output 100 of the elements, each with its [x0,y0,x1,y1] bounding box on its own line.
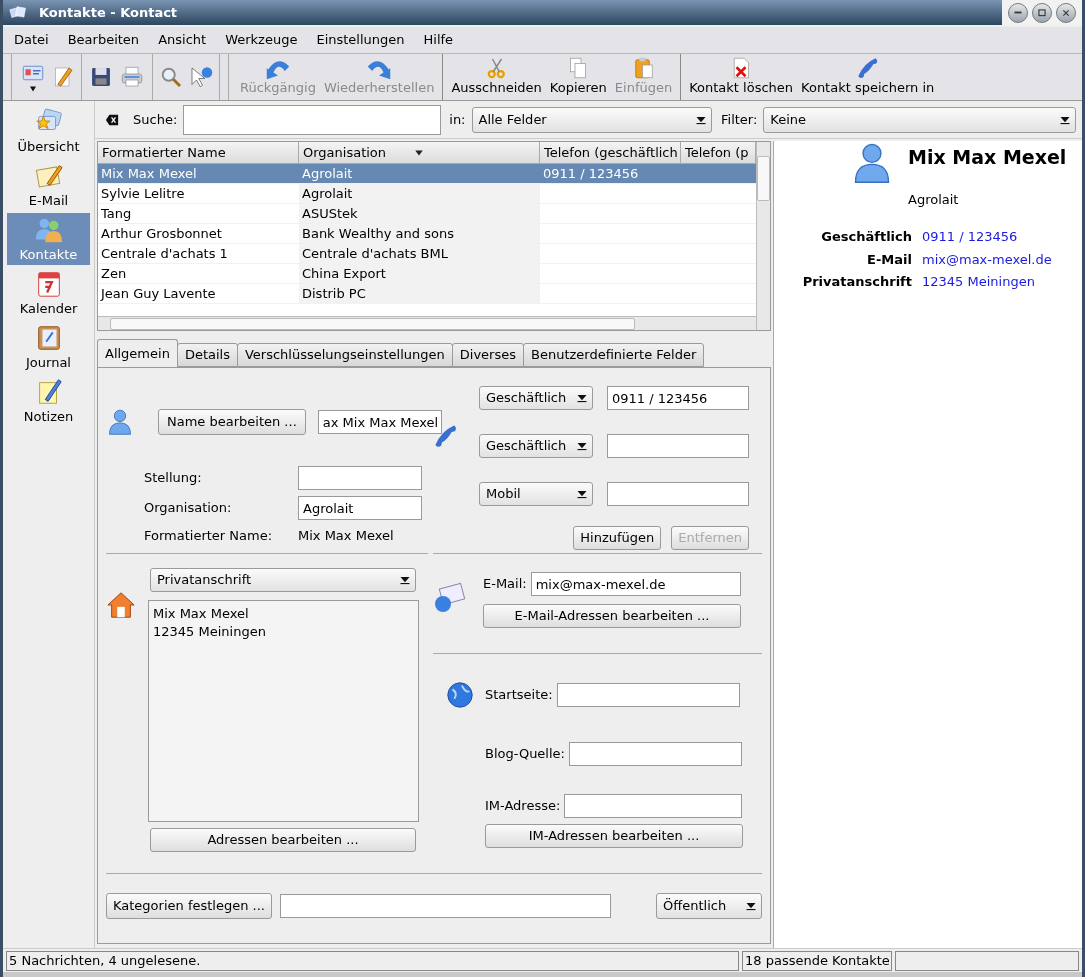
print-button[interactable] [120,65,144,89]
detail-link[interactable]: 0911 / 123456 [922,227,1082,247]
table-row[interactable]: Mix Max Mexel Agrolait 0911 / 123456 [98,164,756,184]
edit-addresses-button[interactable]: Adressen bearbeiten ... [150,828,416,852]
field-label: IM-Adresse: [485,797,561,816]
person-icon [106,408,134,436]
add-button[interactable]: Hinzufügen [573,526,662,550]
contact-organisation: Agrolait [908,190,960,209]
menu-item[interactable]: Datei [12,30,51,50]
table-row[interactable]: Jean Guy Lavente Distrib PC [98,284,756,304]
field-label: Startseite: [485,686,553,705]
toolbar-button[interactable]: Ausschneiden [447,54,546,100]
formatted-name-text: Mix Max Mexel [298,527,395,545]
im-field[interactable] [564,794,743,818]
text-field[interactable]: Agrolait [298,496,422,520]
table-cell-text: Sylvie Lelitre [100,184,186,203]
close-button[interactable] [1056,2,1076,23]
menu-item[interactable]: Hilfe [421,30,456,50]
address-text-area[interactable]: Mix Max Mexel 12345 Meiningen [148,600,419,822]
contact-name: Mix Max Mexel [908,145,1067,170]
set-categories-button[interactable]: Kategorien festlegen ... [106,893,272,919]
menu-item[interactable]: Werkzeuge [223,30,300,50]
column-header[interactable]: Formatierter Name [98,142,299,163]
edit-email-button[interactable]: E-Mail-Adressen bearbeiten ... [483,604,741,628]
status-text: 18 passende Kontakte [742,950,892,971]
detail-link[interactable]: mix@max-mexel.de [922,249,1082,269]
envelope-globe-icon [433,582,465,614]
search-button[interactable] [159,65,183,89]
toolbar-button[interactable]: Kontakt löschen [685,54,798,100]
save-button[interactable] [90,66,112,88]
toolbar-button[interactable]: Kopieren [545,54,611,100]
field-label: Organisation: [144,499,233,518]
globe-icon [445,680,475,710]
maximize-button[interactable] [1032,2,1052,23]
table-cell: Agrolait [299,184,540,203]
address-type-dropdown[interactable]: Privatanschrift [150,568,416,592]
column-title: Organisation [303,143,387,162]
detail-label: E-Mail [866,250,912,269]
clear-field-icon [103,112,121,127]
horizontal-scrollbar[interactable] [98,316,756,330]
text-field[interactable] [298,466,422,490]
address-line: 12345 Meiningen [153,623,267,641]
menu-item[interactable]: Einstellungen [314,30,407,50]
tab[interactable]: Diverses [451,343,524,367]
dropdown-arrow-icon [576,488,588,500]
phone-field[interactable] [607,434,749,458]
table-row[interactable]: Sylvie Lelitre Agrolait [98,184,756,204]
phone-type-dropdown[interactable]: Geschäftlich [479,434,593,458]
scope-dropdown[interactable]: Alle Felder [471,106,712,133]
vertical-scrollbar[interactable] [756,142,770,330]
table-cell-text: Mix Max Mexel [100,164,198,183]
name-field[interactable]: ax Mix Max Mexel [317,410,442,434]
table-cell: Centrale d'achats BML [299,244,540,263]
phone-type-dropdown[interactable]: Geschäftlich [479,386,593,410]
table-cell-text: Jean Guy Lavente [99,284,217,303]
tab[interactable]: Verschlüsselungseinstellungen [236,343,453,367]
detail-link[interactable]: 12345 Meiningen [922,272,1082,292]
categories-field[interactable] [279,894,611,918]
table-cell-text: Arthur Grosbonnet [100,224,223,243]
access-dropdown[interactable]: Öffentlich [656,893,762,919]
sidebar-item[interactable]: Notizen [7,375,90,427]
detail-label: Privatanschrift [801,273,912,291]
field-label: E-Mail: [483,575,527,594]
minimize-button[interactable] [1008,2,1028,23]
tab[interactable]: Benutzerdefinierte Felder [523,343,705,367]
table-row[interactable]: Centrale d'achats 1 Centrale d'achats BML [98,244,756,264]
filter-dropdown[interactable]: Keine [763,106,1076,133]
sidebar-item[interactable]: E-Mail [7,159,90,211]
menu-item[interactable]: Bearbeiten [65,30,142,50]
toolbar-button[interactable]: Kontakt speichern in [797,54,939,100]
sidebar-item[interactable]: Übersicht [7,105,90,157]
homepage-field[interactable] [556,683,740,707]
detail-label: Geschäftlich [820,228,912,246]
table-cell: China Export [299,264,540,283]
search-field[interactable] [183,104,442,135]
status-text: 5 Nachrichten, 4 ungelesene. [6,950,739,971]
table-cell: Bank Wealthy and sons [299,224,540,243]
tab[interactable]: Details [176,343,238,367]
dropdown-arrow-icon [576,392,588,404]
menu-item[interactable]: Ansicht [156,30,209,50]
sidebar-item[interactable]: Kalender [7,267,90,319]
table-cell-text: Centrale d'achats 1 [100,244,229,263]
edit-im-button[interactable]: IM-Adressen bearbeiten ... [485,824,743,848]
table-row[interactable]: Tang ASUStek [98,204,756,224]
search-label: Suche: [133,110,178,129]
sidebar-item[interactable]: Journal [7,321,90,373]
phone-type-dropdown[interactable]: Mobil [479,482,593,506]
search-icon [159,65,183,89]
table-row[interactable]: Arthur Grosbonnet Bank Wealthy and sons [98,224,756,244]
email-field[interactable]: mix@max-mexel.de [530,572,741,596]
table-row[interactable]: Zen China Export [98,264,756,284]
column-title: Telefon (p [685,143,749,162]
tab[interactable]: Allgemein [97,339,178,367]
field-label: Formatierter Name: [144,527,274,545]
phone-field[interactable] [607,482,749,506]
blog-field[interactable] [569,742,742,766]
edit-name-button[interactable]: Name bearbeiten ... [158,409,306,435]
phone-field[interactable]: 0911 / 123456 [607,386,749,410]
column-header[interactable]: Organisation [299,142,540,163]
dropdown-arrow-icon [745,900,757,912]
